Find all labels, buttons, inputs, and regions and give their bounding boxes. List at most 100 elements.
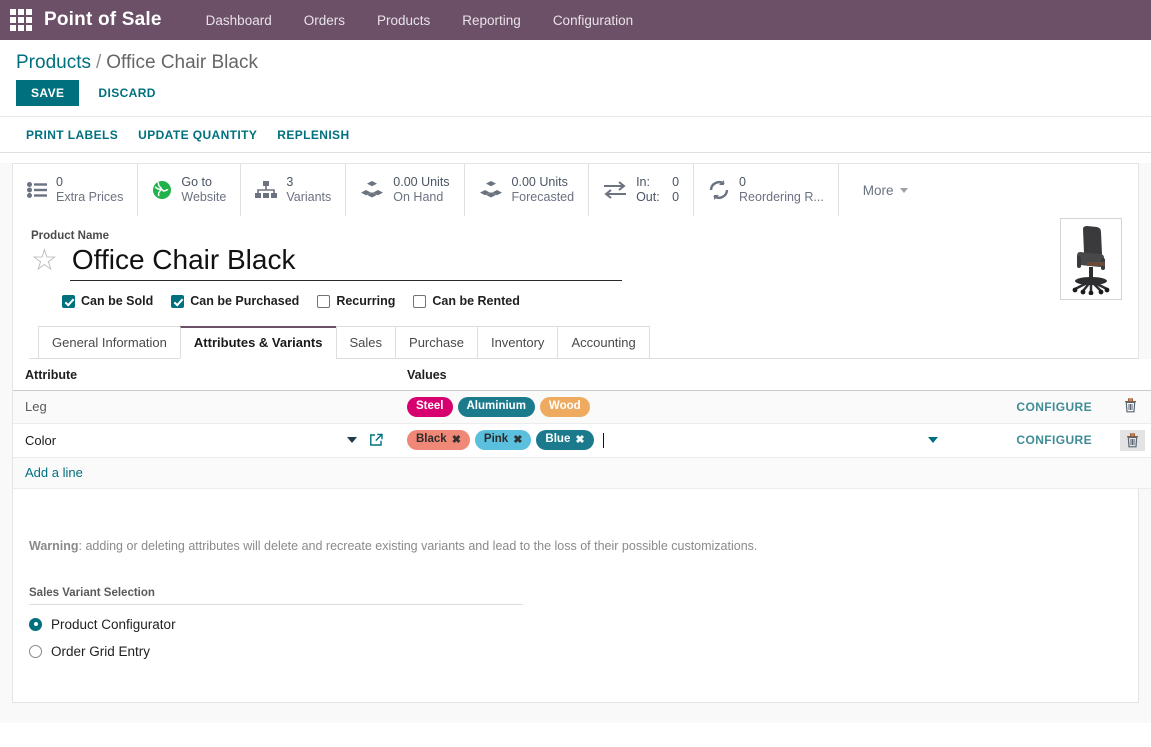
list-icon (27, 182, 47, 198)
smart-button-go-to-website[interactable]: Go to Website (138, 164, 242, 216)
radio-order-grid-entry[interactable]: Order Grid Entry (29, 644, 523, 659)
sales-variant-selection-title: Sales Variant Selection (29, 587, 523, 605)
configure-button[interactable]: CONFIGURE (960, 400, 1092, 414)
tag-remove-icon[interactable]: ✖ (575, 433, 584, 448)
nav-item-products[interactable]: Products (361, 0, 446, 40)
delete-cell[interactable] (1108, 423, 1148, 458)
print-labels-button[interactable]: PRINT LABELS (16, 122, 128, 148)
value-tag-wood[interactable]: Wood (539, 397, 590, 417)
apps-grid-icon[interactable] (8, 7, 34, 33)
tab-general-information[interactable]: General Information (38, 326, 181, 359)
sitemap-icon (255, 181, 278, 199)
configure-cell[interactable]: CONFIGURE (948, 423, 1108, 458)
value-tag-list: Steel Aluminium Wood (407, 397, 940, 417)
tag-remove-icon[interactable]: ✖ (513, 433, 522, 448)
value-tag-steel[interactable]: Steel (407, 397, 453, 417)
attribute-lines-table: Attribute Values Leg Steel Aluminium Woo… (13, 359, 1151, 489)
tag-label: Blue (545, 433, 571, 446)
checkbox-can-be-purchased[interactable]: Can be Purchased (171, 294, 299, 308)
value-tag-blue[interactable]: Blue ✖ (536, 430, 594, 450)
delete-cell[interactable] (1108, 390, 1148, 424)
checkbox-can-be-rented[interactable]: Can be Rented (413, 294, 520, 308)
update-quantity-button[interactable]: UPDATE QUANTITY (128, 122, 267, 148)
in-value: 0 (672, 175, 680, 190)
value-tag-list: Black ✖ Pink ✖ Blue ✖ (407, 430, 940, 450)
column-header-values: Values (395, 359, 948, 391)
radio-button[interactable] (29, 644, 42, 658)
tag-label: Black (416, 433, 447, 446)
values-dropdown-caret-icon[interactable] (928, 437, 938, 444)
sales-variant-selection-group: Sales Variant Selection Product Configur… (29, 587, 523, 659)
radio-label: Product Configurator (51, 616, 176, 632)
smart-button-extra-prices[interactable]: 0 Extra Prices (13, 164, 139, 216)
checkbox-box[interactable] (413, 294, 427, 308)
smart-button-forecasted[interactable]: 0.00 Units Forecasted (465, 164, 590, 216)
warning-prefix: Warning (29, 538, 79, 553)
trash-icon[interactable] (1120, 429, 1145, 451)
value-tag-black[interactable]: Black ✖ (407, 430, 470, 450)
product-form-sheet: 0 Extra Prices Go to Website 3 Variants (12, 163, 1151, 703)
external-link-icon[interactable] (369, 433, 383, 447)
form-background: 0 Extra Prices Go to Website 3 Variants (0, 163, 1151, 723)
nav-item-orders[interactable]: Orders (288, 0, 361, 40)
attribute-name-input[interactable]: Color (25, 433, 347, 448)
checkbox-recurring[interactable]: Recurring (317, 294, 395, 308)
tag-remove-icon[interactable]: ✖ (452, 433, 461, 448)
smart-button-value: 3 (286, 175, 294, 190)
checkbox-box[interactable] (171, 294, 185, 308)
attribute-values-cell[interactable]: Steel Aluminium Wood (395, 390, 948, 424)
tag-label: Steel (416, 400, 444, 412)
caret-down-icon[interactable] (347, 437, 357, 444)
save-button[interactable]: SAVE (16, 80, 80, 106)
product-name-input[interactable] (69, 244, 622, 281)
tab-attributes-variants[interactable]: Attributes & Variants (179, 326, 337, 359)
smart-button-label: Variants (286, 190, 332, 204)
value-tag-pink[interactable]: Pink ✖ (474, 430, 532, 450)
breadcrumb-separator: / (95, 52, 102, 73)
product-image[interactable] (1060, 218, 1122, 300)
tab-accounting[interactable]: Accounting (557, 326, 650, 359)
caret-down-icon (899, 187, 908, 193)
smart-buttons-more-dropdown[interactable]: More (845, 164, 926, 216)
checkbox-box[interactable] (317, 294, 331, 308)
checkbox-box[interactable] (62, 294, 75, 308)
smart-button-on-hand[interactable]: 0.00 Units On Hand (346, 164, 465, 216)
checkbox-can-be-sold[interactable]: Can be Sold (62, 294, 153, 308)
smart-button-variants[interactable]: 3 Variants (241, 164, 347, 216)
app-brand-title[interactable]: Point of Sale (44, 9, 162, 31)
add-line-row[interactable]: Add a line (13, 457, 1151, 489)
discard-button[interactable]: DISCARD (85, 80, 168, 106)
nav-menu: Dashboard Orders Products Reporting Conf… (190, 0, 649, 40)
add-a-line-button[interactable]: Add a line (25, 465, 83, 480)
tag-label: Aluminium (466, 400, 526, 412)
trash-icon[interactable] (1124, 398, 1137, 413)
smart-button-in-out[interactable]: In: 0 Out: 0 (589, 164, 695, 216)
value-tag-aluminium[interactable]: Aluminium (457, 397, 535, 417)
nav-item-reporting[interactable]: Reporting (446, 0, 537, 40)
radio-product-configurator[interactable]: Product Configurator (29, 617, 523, 632)
breadcrumb-products-link[interactable]: Products (16, 52, 91, 74)
nav-item-configuration[interactable]: Configuration (537, 0, 649, 40)
star-outline-icon[interactable]: ☆ (31, 246, 58, 276)
exchange-icon (603, 181, 627, 199)
smart-button-value: 0.00 Units (511, 175, 568, 190)
checkbox-label: Can be Purchased (190, 294, 300, 308)
replenish-button[interactable]: REPLENISH (267, 122, 359, 148)
table-row[interactable]: Leg Steel Aluminium Wood CONFIGURE (13, 390, 1151, 424)
table-row[interactable]: Color Black ✖ Pink ✖ Blue ✖ CONFIGURE (13, 423, 1151, 458)
more-label: More (862, 182, 894, 198)
attribute-values-cell[interactable]: Black ✖ Pink ✖ Blue ✖ (395, 423, 948, 458)
radio-button[interactable] (29, 617, 42, 631)
attribute-name-cell[interactable]: Color (13, 423, 395, 458)
smart-button-reordering-rules[interactable]: 0 Reordering R... (694, 164, 839, 216)
tab-purchase[interactable]: Purchase (395, 326, 478, 359)
tab-sales[interactable]: Sales (335, 326, 397, 359)
nav-item-dashboard[interactable]: Dashboard (190, 0, 288, 40)
smart-button-label: Extra Prices (56, 190, 124, 204)
checkbox-label: Can be Rented (432, 294, 520, 308)
tab-inventory[interactable]: Inventory (476, 326, 559, 359)
configure-button[interactable]: CONFIGURE (960, 433, 1092, 447)
configure-cell[interactable]: CONFIGURE (948, 390, 1108, 424)
tag-label: Wood (548, 400, 581, 412)
attribute-name-cell[interactable]: Leg (13, 390, 395, 424)
